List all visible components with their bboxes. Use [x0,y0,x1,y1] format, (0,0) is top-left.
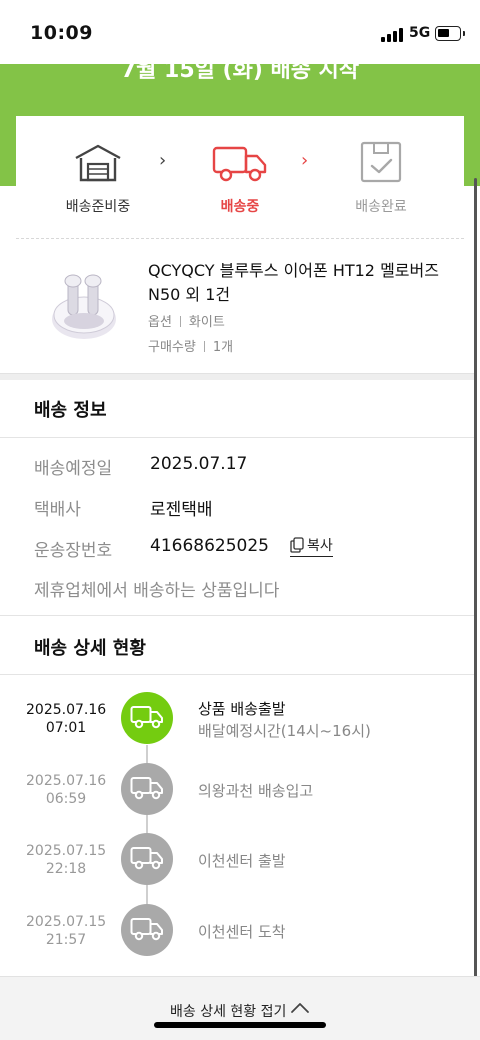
event-date: 2025.07.16 [26,773,107,789]
event-datetime: 2025.07.16 06:59 [26,772,106,808]
battery-icon [435,26,461,41]
delivery-start-title: 7월 15일 (화) 배송 시작 [120,64,360,83]
event-datetime: 2025.07.15 22:18 [26,842,106,878]
tracking-number-label: 운송장번호 [34,541,113,561]
checkbox-icon [360,141,402,183]
truck-icon [130,777,163,800]
tracking-title: 배송 상세 현황 [34,638,146,659]
courier-value: 로젠택배 [150,500,213,520]
event-date: 2025.07.16 [26,702,107,718]
delivery-progress: 배송준비중 › 배송중 › 배송완료 [16,116,464,240]
chevron-up-icon [291,1003,309,1013]
product-name: QCYQCY 블루투스 이어폰 HT12 멜로버즈 N50 외 1건 [148,261,439,304]
product-summary[interactable]: QCYQCY 블루투스 이어폰 HT12 멜로버즈 N50 외 1건 옵션 화이트… [0,241,480,373]
divider [0,437,474,438]
truck-icon [212,146,267,182]
step-delivered: 배송완료 [321,140,441,216]
truck-icon [130,918,163,941]
event-date: 2025.07.15 [26,843,107,859]
collapse-label: 배송 상세 현황 접기 [170,1004,287,1020]
warehouse-icon [75,144,121,182]
scrollbar[interactable] [474,178,477,978]
step-shipping: 배송중 [180,140,300,216]
copy-icon [290,537,304,553]
product-image [52,274,116,339]
expected-date-value: 2025.07.17 [150,454,248,474]
quantity-label: 구매수량 [148,340,196,355]
timeline-node [121,763,173,815]
copy-label: 복사 [307,538,333,554]
divider [16,238,464,239]
event-title: 이천센터 출발 [198,852,286,870]
status-bar: 10:09 5G [0,0,480,64]
event-datetime: 2025.07.16 07:01 [26,701,106,737]
event-date: 2025.07.15 [26,914,107,930]
event-title: 의왕과천 배송입고 [198,782,314,800]
partner-shipping-note: 제휴업체에서 배송하는 상품입니다 [34,581,280,601]
chevron-right-icon: › [159,150,167,171]
product-option: 옵션 화이트 [148,311,225,330]
event-subtitle: 배달예정시간(14시~16시) [198,722,371,740]
option-label: 옵션 [148,315,172,330]
truck-icon [130,706,163,729]
chevron-right-icon: › [301,150,309,171]
shipping-info-title: 배송 정보 [34,400,107,421]
collapse-tracking-button[interactable]: 배송 상세 현황 접기 [0,976,480,1040]
home-indicator[interactable] [154,1022,326,1028]
event-time: 07:01 [45,720,87,736]
timeline-node [121,833,173,885]
step-label-preparing: 배송준비중 [65,199,131,215]
quantity-value: 1개 [212,340,234,355]
expected-date-label: 배송예정일 [34,459,113,479]
signal-icon [381,28,405,42]
event-time: 21:57 [45,932,87,948]
option-value: 화이트 [188,315,225,330]
step-preparing: 배송준비중 [38,140,158,216]
event-datetime: 2025.07.15 21:57 [26,913,106,949]
scrollbar-thumb[interactable] [474,178,477,978]
truck-icon [130,847,163,870]
step-label-shipping: 배송중 [220,199,260,215]
divider [0,674,474,675]
tracking-number-value: 41668625025 [150,536,269,556]
timeline-node-active [121,692,173,744]
copy-button[interactable]: 복사 [290,535,333,557]
event-title: 상품 배송출발 [198,700,286,718]
courier-label: 택배사 [34,500,81,520]
timeline-node [121,904,173,956]
event-time: 22:18 [45,861,87,877]
divider [0,615,474,616]
event-time: 06:59 [45,791,87,807]
section-separator [0,373,474,380]
step-label-delivered: 배송완료 [355,199,407,215]
network-label: 5G [409,25,431,41]
product-quantity: 구매수량 1개 [148,336,233,355]
status-time: 10:09 [30,22,93,44]
event-title: 이천센터 도착 [198,923,286,941]
battery-cap [463,31,465,36]
